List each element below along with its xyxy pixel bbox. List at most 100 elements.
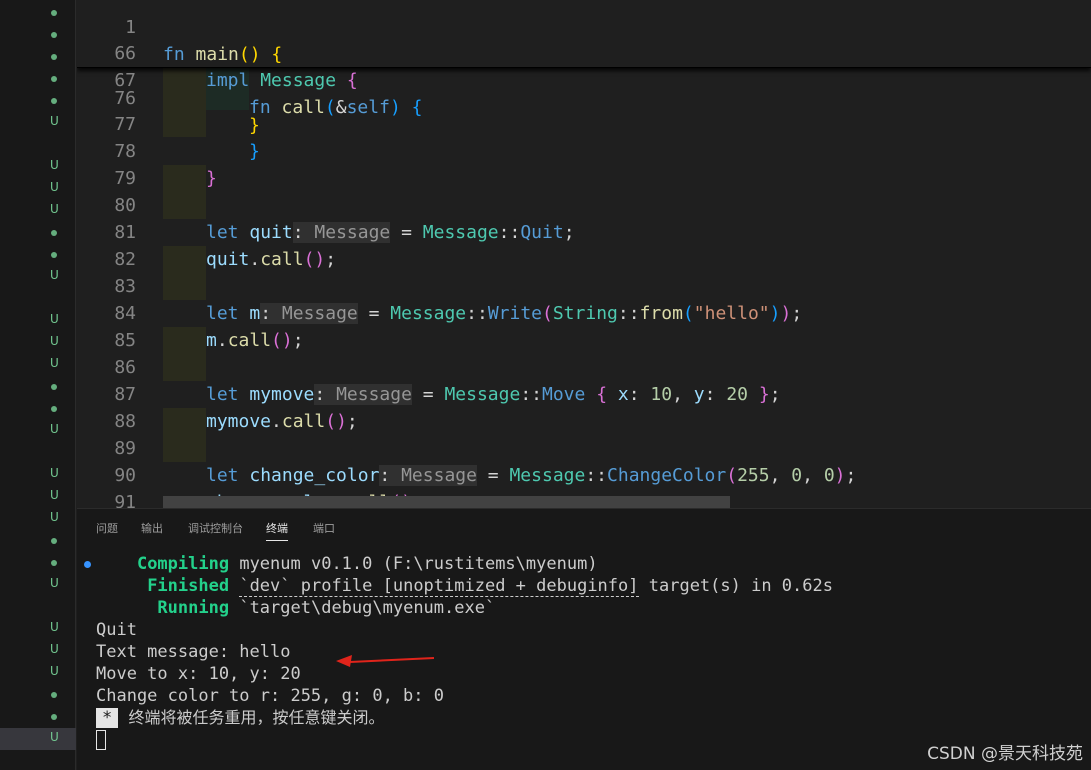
explorer-file-row[interactable]: U xyxy=(0,178,76,200)
modified-dot-icon xyxy=(51,538,57,544)
explorer-file-row[interactable]: U xyxy=(0,464,76,486)
modified-dot-icon xyxy=(51,692,57,698)
explorer-file-row[interactable] xyxy=(0,530,76,552)
code-line[interactable]: 82 xyxy=(77,219,1091,270)
explorer-file-row[interactable] xyxy=(0,398,76,420)
red-arrow-annotation-icon xyxy=(336,655,434,667)
explorer-file-row[interactable]: U xyxy=(0,420,76,442)
program-output-line: Quit xyxy=(96,620,137,640)
task-reuse-message: 终端将被任务重用，按任意键关闭。 xyxy=(128,708,385,727)
keyword: self xyxy=(346,97,390,118)
modified-dot-icon xyxy=(51,560,57,566)
explorer-file-row[interactable]: U xyxy=(0,112,76,134)
tab-ports[interactable]: 端口 xyxy=(313,520,335,536)
tab-output[interactable]: 输出 xyxy=(141,520,163,536)
terminal-line: Compiling myenum v0.1.0 (F:\rustitems\my… xyxy=(136,554,598,574)
code-line[interactable]: 80 let quit: Message = Message::Quit; xyxy=(77,165,1091,243)
explorer-file-row[interactable]: U xyxy=(0,332,76,354)
explorer-file-row[interactable] xyxy=(0,706,76,728)
modified-dot-icon xyxy=(51,98,57,104)
modified-dot-icon xyxy=(51,384,57,390)
explorer-git-status-column: UUUUUUUUUUUUUUUUU xyxy=(0,0,76,770)
type-name: Message xyxy=(260,70,337,91)
code-line[interactable]: 90 change_color.call(); xyxy=(77,435,1091,508)
code-line[interactable]: 84 m.call(); xyxy=(77,273,1091,351)
code-line[interactable]: 78 } xyxy=(77,111,1091,189)
modified-dot-icon xyxy=(51,406,57,412)
bottom-panel: 问题 输出 调试控制台 终端 端口 Compiling myenum v0.1.… xyxy=(77,508,1091,770)
explorer-file-row[interactable] xyxy=(0,596,76,618)
code-line[interactable]: 91 xyxy=(77,462,1091,508)
sticky-scroll-header[interactable]: 1 fn main() { 66 impl Message { 67 fn ca… xyxy=(77,0,1091,118)
explorer-file-row[interactable]: U xyxy=(0,662,76,684)
sticky-line[interactable]: 1 fn main() { xyxy=(77,0,1091,65)
terminal-line: Running `target\debug\myenum.exe` xyxy=(157,598,496,618)
explorer-file-row[interactable]: U xyxy=(0,310,76,332)
line-number: 67 xyxy=(114,70,136,91)
modified-dot-icon xyxy=(51,230,57,236)
explorer-file-row[interactable]: U xyxy=(0,266,76,288)
explorer-file-row[interactable] xyxy=(0,684,76,706)
tab-debug-console[interactable]: 调试控制台 xyxy=(188,520,243,536)
explorer-file-row[interactable] xyxy=(0,68,76,90)
modified-dot-icon xyxy=(51,54,57,60)
untracked-status-badge: U xyxy=(50,422,59,436)
explorer-file-row[interactable] xyxy=(0,222,76,244)
code-line[interactable]: 81 quit.call(); xyxy=(77,192,1091,270)
terminal-cursor xyxy=(96,730,106,750)
explorer-file-row[interactable]: U xyxy=(0,640,76,662)
explorer-file-row[interactable] xyxy=(0,288,76,310)
code-line[interactable]: 88 xyxy=(77,381,1091,432)
modified-dot-icon xyxy=(51,76,57,82)
code-line[interactable]: 85 xyxy=(77,300,1091,351)
explorer-file-row[interactable] xyxy=(0,442,76,464)
explorer-file-row[interactable] xyxy=(0,2,76,24)
code-line[interactable]: 87 mymove.call(); xyxy=(77,354,1091,432)
sticky-line[interactable]: 67 fn call(&self) { xyxy=(77,40,1091,118)
explorer-file-row[interactable]: U xyxy=(0,508,76,530)
explorer-file-row[interactable]: U xyxy=(0,200,76,222)
tab-terminal[interactable]: 终端 xyxy=(266,520,288,541)
function-name: call xyxy=(281,97,325,118)
untracked-status-badge: U xyxy=(50,114,59,128)
explorer-file-row[interactable]: U xyxy=(0,156,76,178)
untracked-status-badge: U xyxy=(50,158,59,172)
explorer-file-row[interactable] xyxy=(0,376,76,398)
task-reuse-star: * xyxy=(96,708,119,728)
untracked-status-badge: U xyxy=(50,312,59,326)
explorer-file-row[interactable]: U xyxy=(0,574,76,596)
untracked-status-badge: U xyxy=(50,356,59,370)
explorer-file-row[interactable]: U xyxy=(0,354,76,376)
explorer-file-row[interactable]: U xyxy=(0,618,76,640)
modified-dot-icon xyxy=(51,32,57,38)
untracked-status-badge: U xyxy=(50,730,59,744)
keyword: impl xyxy=(206,70,250,91)
explorer-file-row[interactable] xyxy=(0,46,76,68)
modified-dot-icon xyxy=(51,714,57,720)
explorer-file-row[interactable]: U xyxy=(0,728,76,750)
explorer-file-row[interactable]: U xyxy=(0,486,76,508)
untracked-status-badge: U xyxy=(50,268,59,282)
explorer-file-row[interactable] xyxy=(0,134,76,156)
terminal-line: Finished `dev` profile [unoptimized + de… xyxy=(147,576,833,597)
untracked-status-badge: U xyxy=(50,334,59,348)
code-line[interactable]: 86 let mymove: Message = Message::Move {… xyxy=(77,327,1091,405)
untracked-status-badge: U xyxy=(50,620,59,634)
explorer-file-row[interactable] xyxy=(0,244,76,266)
explorer-file-row[interactable] xyxy=(0,90,76,112)
code-line[interactable]: 79 xyxy=(77,138,1091,189)
tab-problems[interactable]: 问题 xyxy=(96,520,118,536)
code-line[interactable]: 89 let change_color: Message = Message::… xyxy=(77,408,1091,486)
explorer-file-row[interactable] xyxy=(0,24,76,46)
sticky-line[interactable]: 66 impl Message { xyxy=(77,13,1091,91)
horizontal-scrollbar[interactable] xyxy=(163,496,730,508)
untracked-status-badge: U xyxy=(50,664,59,678)
keyword: fn xyxy=(249,97,271,118)
code-editor[interactable]: 76 } 77 } 78 } 79 80 let quit: Message =… xyxy=(77,0,1091,508)
untracked-status-badge: U xyxy=(50,202,59,216)
program-output-line: Change color to r: 255, g: 0, b: 0 xyxy=(96,686,444,706)
command-decoration-dot-icon[interactable] xyxy=(84,561,91,568)
code-line[interactable]: 83 let m: Message = Message::Write(Strin… xyxy=(77,246,1091,324)
explorer-file-row[interactable] xyxy=(0,552,76,574)
untracked-status-badge: U xyxy=(50,466,59,480)
